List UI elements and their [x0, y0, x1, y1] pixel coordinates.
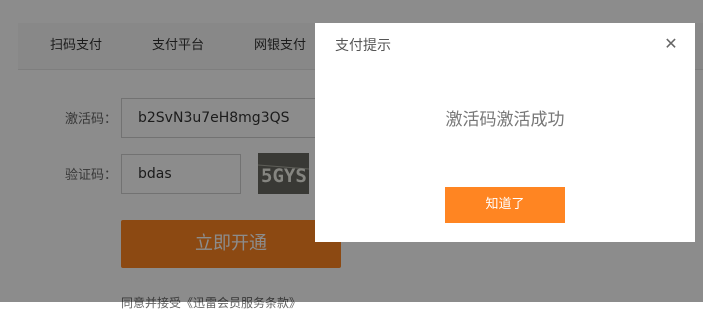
dialog-title: 支付提示: [335, 38, 391, 54]
dialog-ok-button[interactable]: 知道了: [445, 187, 565, 223]
close-icon[interactable]: ✕: [659, 33, 683, 55]
dialog-message: 激活码激活成功: [445, 110, 565, 130]
page: 扫码支付 支付平台 网银支付 激活码： b2SvN3u7eH8mg3QS 验证码…: [0, 0, 703, 310]
payment-dialog: 支付提示 ✕ 激活码激活成功 知道了: [315, 23, 695, 242]
